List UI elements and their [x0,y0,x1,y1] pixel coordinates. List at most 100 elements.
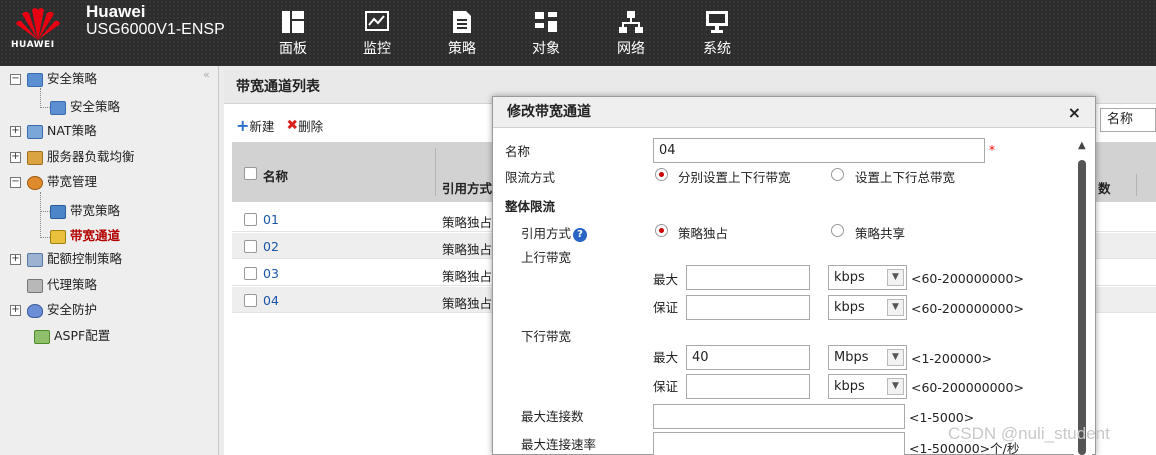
up-max-range: <60-200000000> [911,271,1024,286]
brand: Huawei USG6000V1-ENSP [86,2,225,39]
name-field[interactable]: 04 [653,138,985,163]
toolbar: +新建 ✖删除 [236,116,323,135]
max-connections-label: 最大连接数 [521,409,584,424]
ref-mode-exclusive-radio[interactable] [655,224,668,237]
device-model: USG6000V1-ENSP [86,21,225,38]
max-connections-input[interactable] [653,404,905,429]
collapse-icon[interactable]: − [10,74,21,85]
limit-mode-separate-radio[interactable] [655,168,668,181]
ref-mode-shared-label[interactable]: 策略共享 [855,223,905,242]
nav-object[interactable]: 对象 [521,0,571,66]
sidebar-item-bandwidth-mgmt[interactable]: − 带宽管理 [10,172,97,192]
limit-mode-separate-label[interactable]: 分别设置上下行带宽 [678,167,791,186]
name-label: 名称 [505,144,531,159]
sidebar-item-aspf[interactable]: ASPF配置 [34,326,110,346]
search-field-selector[interactable]: 名称 [1100,108,1156,132]
chevron-down-icon: ▼ [887,269,904,286]
sidebar-item-security-protection[interactable]: + 安全防护 [10,300,97,320]
row-checkbox[interactable] [244,239,263,253]
sidebar-item-label: NAT策略 [47,123,97,138]
down-guarantee-range: <60-200000000> [911,380,1024,395]
tree-line [40,107,50,108]
bandwidth-policy-icon [50,204,66,219]
row-name-link[interactable]: 02 [263,239,279,254]
ref-mode-shared-radio[interactable] [831,224,844,237]
nav-monitor[interactable]: 监控 [352,0,402,66]
column-ref-mode[interactable]: 引用方式 [442,178,492,197]
expand-icon[interactable]: + [10,152,21,163]
column-name[interactable]: 名称 [263,166,288,185]
down-guarantee-label: 保证 [653,379,679,394]
sidebar-item-bandwidth-policy[interactable]: 带宽策略 [50,201,120,221]
shield-icon [27,303,43,318]
down-max-range: <1-200000> [911,351,993,366]
sidebar-item-security-policy-group[interactable]: − 安全策略 [10,69,97,89]
collapse-sidebar-icon[interactable]: « [203,68,210,81]
sidebar-item-label: 带宽策略 [70,203,121,218]
limit-mode-label: 限流方式 [505,170,556,185]
down-max-unit-select[interactable]: Mbps ▼ [828,345,907,370]
expand-icon[interactable]: + [10,305,21,316]
sidebar-item-label: ASPF配置 [54,328,111,343]
new-button[interactable]: +新建 [236,116,278,135]
sidebar-item-label: 代理策略 [47,277,98,292]
nav-network[interactable]: 网络 [606,0,656,66]
scroll-up-icon[interactable]: ▲ [1078,140,1086,151]
chevron-down-icon: ▼ [887,299,904,316]
dashboard-icon [282,11,304,33]
row-name-link[interactable]: 03 [263,266,279,281]
limit-mode-total-label[interactable]: 设置上下行总带宽 [855,167,955,186]
nav-system[interactable]: 系统 [692,0,742,66]
expand-icon[interactable]: + [10,254,21,265]
nav-policy[interactable]: 策略 [437,0,487,66]
select-all-checkbox[interactable] [244,166,263,180]
row-name-link[interactable]: 04 [263,293,279,308]
row-checkbox[interactable] [244,212,263,226]
up-guarantee-unit-select[interactable]: kbps ▼ [828,295,907,320]
tree-line [40,88,41,108]
chevron-down-icon: ▼ [887,349,904,366]
nav-dashboard[interactable]: 面板 [268,0,318,66]
up-guarantee-unit-value: kbps [834,300,865,315]
sidebar-item-quota-policy[interactable]: + 配额控制策略 [10,249,122,269]
ref-mode-exclusive-label[interactable]: 策略独占 [678,223,728,242]
down-max-input[interactable]: 40 [686,345,810,370]
policy-icon [453,11,471,33]
sidebar-item-label: 服务器负载均衡 [47,149,135,164]
down-guarantee-input[interactable] [686,374,810,399]
max-connection-rate-input[interactable] [653,432,905,455]
row-checkbox[interactable] [244,266,263,280]
up-max-input[interactable] [686,265,810,290]
down-guarantee-unit-select[interactable]: kbps ▼ [828,374,907,399]
logo-text: HUAWEI [11,40,55,50]
delete-button-label: 删除 [298,119,324,134]
dialog-scrollbar[interactable]: ▲ [1074,136,1092,455]
delete-button[interactable]: ✖删除 [286,117,324,135]
up-max-label: 最大 [653,272,679,287]
sidebar-item-proxy-policy[interactable]: 代理策略 [27,275,97,295]
up-max-unit-select[interactable]: kbps ▼ [828,265,907,290]
sidebar-item-security-policy[interactable]: 安全策略 [50,97,120,117]
row-name-link[interactable]: 01 [263,212,279,227]
collapse-icon[interactable]: − [10,177,21,188]
scrollbar-thumb[interactable] [1078,160,1086,455]
delete-icon: ✖ [286,117,299,134]
object-icon [535,12,557,32]
policy-doc-icon [50,100,66,115]
help-icon[interactable]: ? [573,227,588,242]
down-max-label: 最大 [653,350,679,365]
column-divider [1136,174,1137,196]
server-icon [27,150,43,165]
limit-mode-total-radio[interactable] [831,168,844,181]
expand-icon[interactable]: + [10,126,21,137]
sidebar-item-server-lb[interactable]: + 服务器负载均衡 [10,147,135,167]
top-bar: HUAWEI Huawei USG6000V1-ENSP 面板 监控 策略 对象… [0,0,1156,66]
tree-line [40,192,41,238]
proxy-icon [27,278,43,293]
close-icon[interactable]: × [1068,97,1081,128]
sidebar-item-bandwidth-channel[interactable]: 带宽通道 [50,226,120,246]
sidebar-item-nat-policy[interactable]: + NAT策略 [10,121,97,141]
up-guarantee-input[interactable] [686,295,810,320]
brand-name: Huawei [86,2,146,21]
row-checkbox[interactable] [244,293,263,307]
